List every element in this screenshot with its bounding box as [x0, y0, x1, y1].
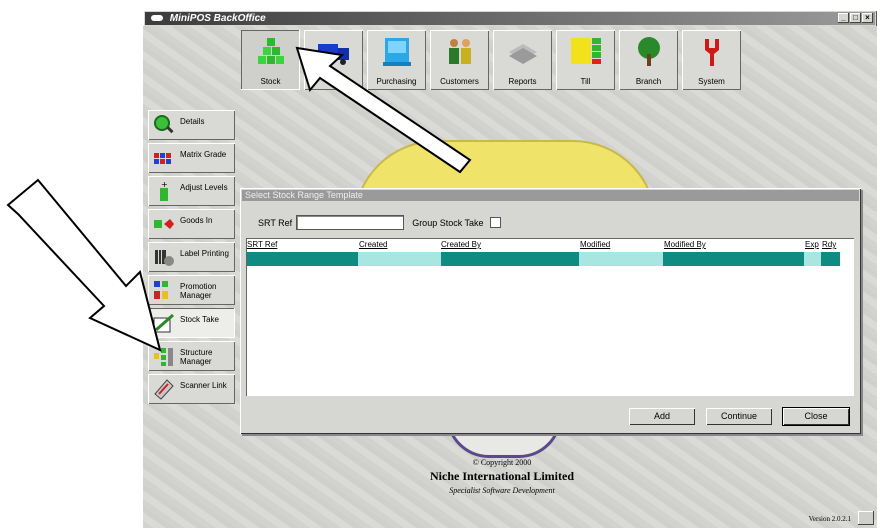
selected-row[interactable]	[247, 252, 840, 266]
select-stock-range-dialog: Select Stock Range Template SRT Ref Grou…	[240, 188, 861, 434]
toolbar-system-button[interactable]: System	[682, 30, 741, 90]
dialog-title: Select Stock Range Template	[242, 190, 859, 201]
stock-take-icon	[153, 313, 174, 333]
sidebar-item-label: Adjust Levels	[180, 183, 228, 192]
structure-icon	[154, 348, 173, 366]
toolbar-label: Customers	[440, 77, 479, 86]
title-bar: MiniPOS BackOffice _ □ ×	[145, 12, 875, 25]
cell-srt-ref	[247, 252, 358, 266]
wrench-icon	[705, 39, 719, 66]
column-header-created-by[interactable]: Created By	[441, 240, 481, 249]
cell-modified	[579, 252, 663, 266]
sidebar-item-label: Matrix Grade	[180, 150, 227, 159]
close-button[interactable]: ×	[862, 13, 873, 23]
adjust-icon: +	[160, 180, 168, 201]
sidebar-item-promotion-manager[interactable]: Promotion Manager	[148, 275, 235, 305]
toolbar-label: Branch	[635, 77, 662, 86]
label-printer-icon	[155, 250, 174, 266]
cell-created-by	[441, 252, 579, 266]
stock-icon	[258, 38, 284, 64]
cell-exp	[804, 252, 821, 266]
status-grid-icon[interactable]	[858, 511, 874, 525]
toolbar-label: Reports	[508, 77, 537, 86]
sidebar-item-details[interactable]: Details	[148, 110, 235, 140]
column-header-srt-ref[interactable]: SRT Ref	[247, 240, 277, 249]
stock-sidebar: Details Matrix Grade + Adjust Levels Goo…	[148, 110, 235, 404]
sidebar-item-matrix-grade[interactable]: Matrix Grade	[148, 143, 235, 173]
column-header-rdy[interactable]: Rdy	[822, 240, 836, 249]
sidebar-item-label: Stock Take	[180, 315, 219, 324]
close-dialog-button[interactable]: Close	[782, 407, 850, 426]
grid-header: SRT Ref Created Created By Modified Modi…	[247, 240, 853, 252]
window-title: MiniPOS BackOffice	[169, 13, 266, 24]
copyright-block: © Copyright 2000 Niche International Lim…	[393, 458, 611, 495]
tree-icon	[638, 37, 660, 66]
toolbar-label: Stock	[260, 77, 281, 86]
column-header-modified[interactable]: Modified	[580, 240, 610, 249]
toolbar-branch-button[interactable]: Branch	[619, 30, 678, 90]
cell-created	[358, 252, 441, 266]
sidebar-item-scanner-link[interactable]: Scanner Link	[148, 374, 235, 404]
sidebar-item-adjust-levels[interactable]: + Adjust Levels	[148, 176, 235, 206]
cell-rdy	[821, 252, 840, 266]
toolbar-label: Till	[580, 77, 591, 86]
sidebar-item-stock-take[interactable]: Stock Take	[148, 308, 235, 338]
sidebar-item-label: Structure Manager	[180, 348, 213, 366]
matrix-icon	[154, 153, 171, 164]
scanner-icon	[154, 379, 174, 400]
srt-ref-input[interactable]	[296, 215, 405, 230]
goods-in-icon	[154, 219, 174, 229]
customers-icon	[449, 39, 471, 64]
column-header-modified-by[interactable]: Modified By	[664, 240, 706, 249]
svg-text:+: +	[161, 180, 168, 189]
version-label: Version 2.0.2.1	[808, 515, 851, 523]
toolbar-purchasing-button[interactable]: Purchasing	[367, 30, 426, 90]
company-tagline: Specialist Software Development	[449, 486, 555, 495]
continue-button[interactable]: Continue	[706, 408, 772, 425]
sidebar-item-goods-in[interactable]: Goods In	[148, 209, 235, 239]
maximize-button[interactable]: □	[850, 13, 861, 23]
toolbar-label: System	[698, 77, 725, 86]
srt-ref-label: SRT Ref	[258, 217, 293, 228]
column-header-created[interactable]: Created	[359, 240, 387, 249]
promotion-icon	[154, 281, 168, 299]
sidebar-item-label: Details	[180, 117, 205, 126]
app-icon	[151, 15, 163, 22]
till-icon	[571, 38, 601, 64]
toolbar-stock-button[interactable]: Stock	[241, 30, 300, 90]
sidebar-item-label-printing[interactable]: Label Printing	[148, 242, 235, 272]
toolbar-customers-button[interactable]: Customers	[430, 30, 489, 90]
toolbar-reports-button[interactable]: Reports	[493, 30, 552, 90]
srt-filter-row: SRT Ref Group Stock Take	[258, 215, 501, 230]
purchasing-icon	[383, 38, 411, 66]
toolbar-label: Purchasing	[376, 77, 417, 86]
toolbar-till-button[interactable]: Till	[556, 30, 615, 90]
group-stock-take-checkbox[interactable]	[489, 217, 501, 228]
sidebar-item-label: Promotion Manager	[180, 282, 217, 300]
copyright-line: © Copyright 2000	[472, 458, 532, 467]
arrow-to-stock-take-icon	[6, 178, 162, 352]
toolbar-truck-button[interactable]	[304, 30, 363, 90]
company-name: Niche International Limited	[430, 469, 574, 483]
sidebar-item-label: Scanner Link	[180, 381, 227, 390]
group-stock-take-label: Group Stock Take	[412, 217, 484, 228]
template-grid[interactable]: SRT Ref Created Created By Modified Modi…	[246, 238, 854, 396]
add-button[interactable]: Add	[629, 408, 695, 425]
cell-modified-by	[663, 252, 804, 266]
dialog-buttons: Add Continue Close	[629, 407, 850, 426]
minimize-button[interactable]: _	[838, 13, 849, 23]
truck-icon	[318, 44, 349, 65]
column-header-exp[interactable]: Exp	[805, 240, 819, 249]
magnifier-icon	[154, 115, 174, 134]
sidebar-item-label: Label Printing	[180, 249, 229, 258]
module-toolbar: Stock Purchasing Customers Reports Till …	[241, 30, 741, 90]
sidebar-item-label: Goods In	[180, 216, 213, 225]
sidebar-item-structure-manager[interactable]: Structure Manager	[148, 341, 235, 371]
reports-icon	[509, 44, 537, 64]
